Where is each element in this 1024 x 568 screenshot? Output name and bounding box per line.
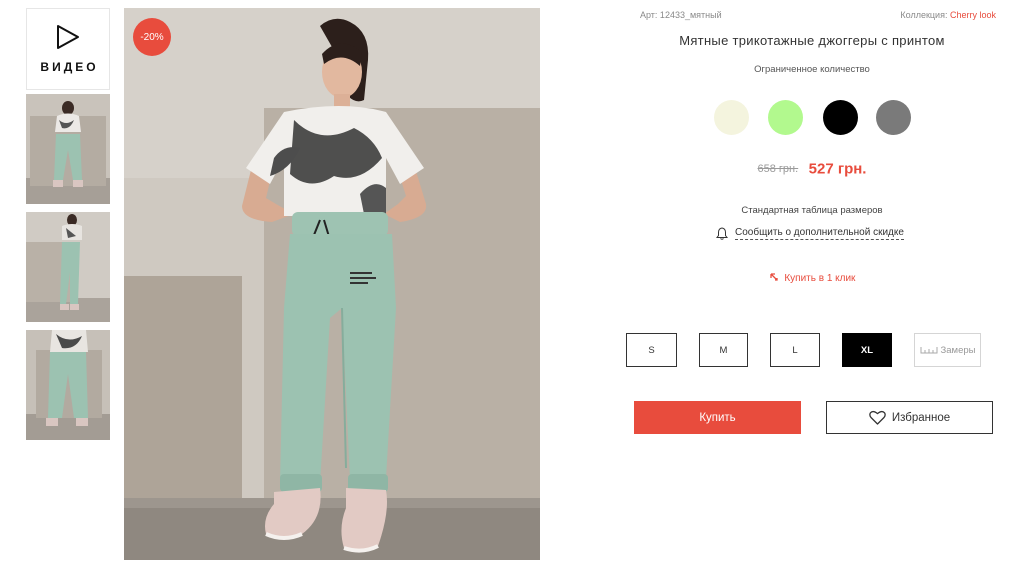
color-swatches — [714, 100, 914, 136]
measurements-label: Замеры — [940, 344, 976, 356]
price-row: 658 грн. 527 грн. — [626, 160, 998, 178]
discount-badge: -20% — [133, 18, 171, 56]
collection-link[interactable]: Cherry look — [950, 10, 996, 20]
cursor-click-icon — [769, 273, 778, 281]
heart-icon — [869, 410, 886, 425]
video-thumbnail[interactable]: ВИДЕО — [26, 8, 110, 90]
notify-discount-link[interactable]: Сообщить о дополнительной скидке — [716, 227, 904, 240]
thumbnail-back[interactable] — [26, 330, 110, 440]
ruler-icon — [920, 347, 938, 354]
color-swatch-mint[interactable] — [768, 100, 803, 135]
one-click-label: Купить в 1 клик — [784, 273, 856, 284]
size-option-s[interactable]: S — [626, 333, 677, 367]
main-product-photo[interactable]: -20% — [124, 8, 540, 560]
size-option-l[interactable]: L — [770, 333, 820, 367]
availability-note: Ограниченное количество — [754, 64, 870, 75]
thumbnail-front[interactable] — [26, 94, 110, 204]
notify-discount-label: Сообщить о дополнительной скидке — [735, 227, 904, 240]
measurements-button[interactable]: Замеры — [914, 333, 981, 367]
collection-info: Коллекция: Cherry look — [900, 10, 996, 20]
article-number: Арт: 12433_мятный — [640, 10, 722, 20]
size-option-m[interactable]: M — [699, 333, 748, 367]
color-swatch-cream[interactable] — [714, 100, 749, 135]
favorites-button[interactable]: Избранное — [826, 401, 993, 434]
buy-button[interactable]: Купить — [634, 401, 801, 434]
size-chart-link[interactable]: Стандартная таблица размеров — [626, 205, 998, 216]
favorites-label: Избранное — [891, 411, 951, 424]
product-info: Арт: 12433_мятный Коллекция: Cherry look… — [626, 0, 998, 568]
size-option-xl[interactable]: XL — [842, 333, 892, 367]
video-label: ВИДЕО — [40, 60, 99, 74]
color-swatch-black[interactable] — [823, 100, 858, 135]
new-price: 527 грн. — [808, 160, 867, 178]
collection-label: Коллекция: — [900, 10, 948, 20]
product-title: Мятные трикотажные джоггеры с принтом — [679, 33, 945, 48]
bell-icon — [716, 227, 728, 240]
play-icon — [57, 25, 79, 49]
color-swatch-grey[interactable] — [876, 100, 911, 135]
thumbnail-column: ВИДЕО — [26, 8, 110, 440]
one-click-buy-link[interactable]: Купить в 1 клик — [626, 272, 998, 284]
thumbnail-side[interactable] — [26, 212, 110, 322]
old-price: 658 грн. — [757, 162, 799, 175]
